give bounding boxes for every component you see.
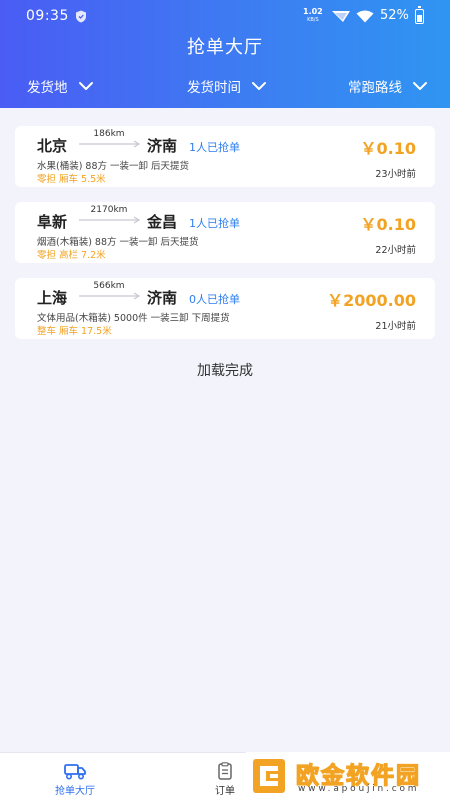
network-speed-unit: KB/S [307,17,319,23]
grab-count: 1人已抢单 [189,217,240,230]
order-card[interactable]: 阜新 2170km 金昌 1人已抢单 ￥0.10 烟酒(木箱装) 88方 一装一… [15,202,435,263]
battery-icon [415,6,424,24]
chevron-down-icon [252,82,266,90]
posted-time: 21小时前 [375,321,416,332]
origin-city: 上海 [37,289,68,307]
chevron-down-icon [78,82,93,90]
page-title: 抢单大厅 [187,37,263,58]
cargo-description: 烟酒(木箱装) 88方 一装一卸 后天提货 [37,237,199,248]
price: ￥0.10 [360,139,416,158]
network-speed-value: 1.02 [303,7,323,16]
filter-route[interactable]: 常跑路线 [348,76,428,96]
origin-city: 北京 [37,137,68,155]
destination-city: 济南 [147,137,178,155]
distance: 566km [93,281,125,291]
grab-count: 1人已抢单 [189,141,240,154]
load-complete-text: 加载完成 [197,363,253,379]
distance: 186km [93,129,125,139]
filter-origin-label: 发货地 [27,80,68,96]
battery-percent: 52% [380,8,409,23]
watermark: 欧金软件园 www.apoujin.com [246,752,450,800]
destination-city: 济南 [147,289,178,307]
tab-order-hall[interactable]: 抢单大厅 [15,753,135,800]
logo-icon [253,759,285,793]
cargo-description: 文体用品(木箱装) 5000件 一装三卸 下周提货 [37,313,230,324]
header: 09:35 1.02 KB/S 52% 抢单大厅 发货地 发货时间 常跑路线 [0,0,450,108]
status-time: 09:35 [26,8,69,24]
chevron-down-icon [413,82,427,90]
tab-order-hall-label: 抢单大厅 [55,786,95,797]
vehicle-tags: 零担 厢车 5.5米 [37,174,106,185]
signal-icon [332,11,350,22]
posted-time: 23小时前 [375,169,416,180]
truck-icon [64,764,86,780]
clipboard-icon [218,762,232,780]
price: ￥0.10 [360,215,416,234]
distance: 2170km [90,205,128,215]
wifi-icon [356,10,374,23]
arrow-right-icon [79,216,141,224]
watermark-url: www.apoujin.com [298,784,420,794]
arrow-right-icon [79,140,141,148]
vehicle-tags: 零担 高栏 7.2米 [37,250,106,261]
price: ￥2000.00 [327,291,416,310]
grab-count: 0人已抢单 [189,293,240,306]
posted-time: 22小时前 [375,245,416,256]
filter-time-label: 发货时间 [187,80,241,96]
filter-time[interactable]: 发货时间 [187,76,267,96]
vehicle-tags: 整车 厢车 17.5米 [37,326,112,337]
shield-icon [76,10,86,23]
arrow-right-icon [79,292,141,300]
network-speed: 1.02 KB/S [303,8,323,24]
cargo-description: 水果(桶装) 88方 一装一卸 后天提货 [37,161,190,172]
origin-city: 阜新 [37,213,68,231]
destination-city: 金昌 [147,213,178,231]
order-card[interactable]: 上海 566km 济南 0人已抢单 ￥2000.00 文体用品(木箱装) 500… [15,278,435,339]
status-bar: 09:35 1.02 KB/S 52% [0,0,450,32]
filter-route-label: 常跑路线 [348,80,402,96]
filter-origin[interactable]: 发货地 [27,76,94,96]
order-card[interactable]: 北京 186km 济南 1人已抢单 ￥0.10 水果(桶装) 88方 一装一卸 … [15,126,435,187]
